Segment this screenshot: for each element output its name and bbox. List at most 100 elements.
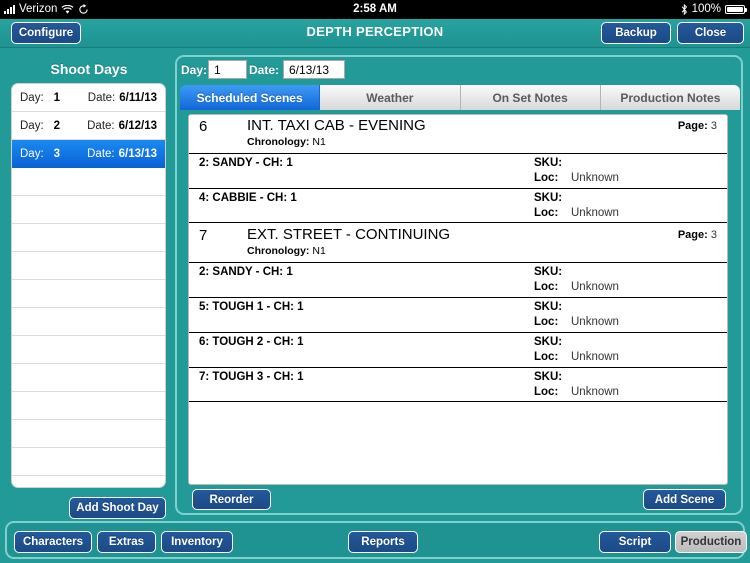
loc-value: Unknown: [571, 351, 619, 363]
character-name: 7: TOUGH 3 - CH: 1: [199, 371, 304, 383]
panel-tabbar[interactable]: Scheduled Scenes Weather On Set Notes Produ…: [180, 85, 740, 110]
shoot-days-heading: Shoot Days: [50, 61, 128, 77]
scene-title: EXT. STREET - CONTINUING: [247, 226, 451, 243]
shoot-day-label: Day:: [20, 119, 44, 132]
tab-weather[interactable]: Weather: [320, 85, 461, 110]
scene-page: Page: 3: [677, 229, 717, 241]
sku-label: SKU:: [534, 371, 563, 383]
scene-character-row[interactable]: 4: CABBIE - CH: 1 SKU: Loc: Unknown: [189, 188, 727, 223]
scheduled-scenes-board[interactable]: 6 INT. TAXI CAB - EVENING Page: 3 Chronolog…: [188, 114, 728, 485]
shoot-day-empty-row: [12, 448, 165, 476]
loc-label: Loc:: [534, 386, 559, 398]
configure-button[interactable]: Configure: [11, 22, 81, 44]
scene-character-row[interactable]: 2: SANDY - CH: 1 SKU: Loc: Unknown: [189, 153, 727, 188]
shoot-day-empty-row: [12, 224, 165, 252]
loc-label: Loc:: [534, 351, 559, 363]
clock-label: 2:58 AM: [353, 3, 397, 15]
tab-on-set-notes[interactable]: On Set Notes: [460, 85, 601, 110]
add-scene-button[interactable]: Add Scene: [643, 489, 726, 510]
shoot-day-number: 3: [53, 147, 61, 160]
scene-group: 7 EXT. STREET - CONTINUING Page: 3 Chronolo…: [189, 224, 727, 403]
shoot-day-date-value: 6/11/13: [119, 91, 157, 104]
loc-label: Loc:: [534, 281, 559, 293]
sku-label: SKU:: [534, 266, 563, 278]
loc-value: Unknown: [571, 386, 619, 398]
shoot-day-empty-row: [12, 420, 165, 448]
character-name: 5: TOUGH 1 - CH: 1: [199, 301, 304, 313]
scene-page: Page: 3: [677, 120, 717, 132]
shoot-day-number: 1: [53, 91, 61, 104]
shoot-day-number: 2: [53, 119, 61, 132]
inventory-button[interactable]: Inventory: [161, 531, 233, 553]
extras-button[interactable]: Extras: [97, 531, 156, 553]
shoot-day-empty-row: [12, 168, 165, 196]
loc-value: Unknown: [571, 172, 619, 184]
loc-label: Loc:: [534, 172, 559, 184]
status-bar-right: 100%: [681, 0, 747, 19]
battery-percent-label: 100%: [691, 3, 721, 15]
bluetooth-icon: [681, 4, 687, 15]
shoot-day-empty-row: [12, 392, 165, 420]
loc-label: Loc:: [534, 207, 559, 219]
production-button[interactable]: Production: [675, 531, 747, 553]
shoot-day-date-label: Date:: [87, 147, 115, 160]
shoot-day-date-label: Date:: [87, 91, 116, 104]
date-field-label: Date:: [249, 63, 280, 77]
shoot-day-row[interactable]: Day: 1 Date: 6/11/13: [12, 84, 165, 112]
add-shoot-day-button[interactable]: Add Shoot Day: [69, 497, 166, 519]
scene-chronology: Chronology: N1: [247, 245, 326, 257]
character-name: 2: SANDY - CH: 1: [199, 157, 293, 169]
scene-title: INT. TAXI CAB - EVENING: [247, 117, 426, 134]
tab-scheduled-scenes[interactable]: Scheduled Scenes: [180, 85, 321, 110]
battery-full-icon: [725, 4, 747, 15]
sku-label: SKU:: [534, 157, 563, 169]
scene-character-row[interactable]: 2: SANDY - CH: 1 SKU: Loc: Unknown: [189, 262, 727, 297]
scene-character-row[interactable]: 5: TOUGH 1 - CH: 1 SKU: Loc: Unknown: [189, 297, 727, 332]
loc-value: Unknown: [571, 281, 619, 293]
ios-status-bar: Verizon 2:58 AM 100%: [0, 0, 750, 19]
loc-value: Unknown: [571, 207, 619, 219]
bottom-toolbar: Characters Extras Inventory Reports Scri…: [5, 521, 747, 559]
shoot-day-empty-row: [12, 308, 165, 336]
scene-chronology: Chronology: N1: [247, 136, 326, 148]
sku-label: SKU:: [534, 336, 563, 348]
reorder-button[interactable]: Reorder: [192, 489, 271, 510]
scene-group: 6 INT. TAXI CAB - EVENING Page: 3 Chronolog…: [189, 115, 727, 224]
shoot-day-empty-row: [12, 196, 165, 224]
script-button[interactable]: Script: [599, 531, 671, 553]
close-button[interactable]: Close: [677, 22, 744, 44]
character-name: 2: SANDY - CH: 1: [199, 266, 293, 278]
scene-number: 7: [199, 227, 208, 244]
app-root: Verizon 2:58 AM 100% DEPTH PERCEPTION Co…: [0, 0, 750, 563]
shoot-day-empty-row: [12, 280, 165, 308]
shoot-day-date-value: 6/12/13: [118, 119, 157, 132]
shoot-day-label: Day:: [20, 91, 44, 104]
day-field-label: Day:: [181, 63, 208, 77]
reports-button[interactable]: Reports: [348, 531, 418, 553]
sku-label: SKU:: [534, 192, 563, 204]
shoot-day-row[interactable]: Day: 2 Date: 6/12/13: [12, 112, 165, 140]
sku-label: SKU:: [534, 301, 563, 313]
shoot-day-row[interactable]: Day: 3 Date: 6/13/13: [12, 140, 165, 168]
character-name: 4: CABBIE - CH: 1: [199, 192, 297, 204]
day-input[interactable]: 1: [208, 60, 247, 79]
shoot-days-list[interactable]: Day: 1 Date: 6/11/13 Day: 2 Date: 6/12/13 Day: 3 D…: [11, 83, 166, 488]
scene-header[interactable]: 6 INT. TAXI CAB - EVENING Page: 3 Chronolog…: [189, 115, 727, 153]
shoot-day-label: Day:: [20, 147, 44, 160]
shoot-day-empty-row: [12, 336, 165, 364]
scene-character-row[interactable]: 7: TOUGH 3 - CH: 1 SKU: Loc: Unknown: [189, 367, 727, 402]
backup-button[interactable]: Backup: [601, 22, 671, 44]
characters-button[interactable]: Characters: [14, 531, 92, 553]
shoot-day-empty-row: [12, 252, 165, 280]
shoot-day-empty-row: [12, 364, 165, 392]
shoot-day-date-label: Date:: [87, 119, 115, 132]
loc-label: Loc:: [534, 316, 559, 328]
scene-number: 6: [199, 118, 208, 135]
shoot-day-date-value: 6/13/13: [118, 147, 157, 160]
date-input[interactable]: 6/13/13: [283, 60, 345, 79]
loc-value: Unknown: [571, 316, 619, 328]
scene-character-row[interactable]: 6: TOUGH 2 - CH: 1 SKU: Loc: Unknown: [189, 332, 727, 367]
character-name: 6: TOUGH 2 - CH: 1: [199, 336, 304, 348]
scene-header[interactable]: 7 EXT. STREET - CONTINUING Page: 3 Chronolo…: [189, 224, 727, 262]
tab-production-notes[interactable]: Production Notes: [600, 85, 740, 110]
